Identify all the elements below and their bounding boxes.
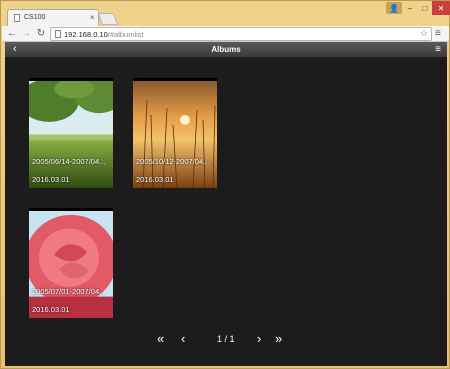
album-card[interactable]: 2005/06/14-2007/04... 2016.03.01 <box>29 78 113 188</box>
album-thumbnail-field-tree <box>29 81 113 188</box>
hamburger-menu-icon[interactable]: ≡ <box>435 42 441 57</box>
browser-toolbar: ← → ↻ 192.168.0.10/#albumlist ☆ ≡ <box>2 26 449 42</box>
browser-tab[interactable]: CS100 × <box>7 9 99 26</box>
album-card[interactable]: 2005/07/01-2007/04... 2016.03.01 <box>29 208 113 318</box>
page-favicon-icon <box>14 14 20 22</box>
first-page-icon[interactable]: « <box>157 332 164 346</box>
new-tab-button[interactable] <box>97 13 119 25</box>
page-icon <box>55 30 61 38</box>
tab-close-icon[interactable]: × <box>90 13 95 22</box>
app-viewport: Albums ‹ ≡ 2005/06/14-2007/04... 2016.03… <box>5 42 447 366</box>
url-text: 192.168.0.10/#albumlist <box>64 30 144 39</box>
tab-title: CS100 <box>24 14 46 21</box>
user-profile-icon[interactable]: 👤 <box>386 2 402 14</box>
back-arrow-icon[interactable]: ← <box>6 28 18 40</box>
album-created-date: 2016.03.01 <box>136 175 174 184</box>
forward-arrow-icon[interactable]: → <box>20 28 32 40</box>
close-window-button[interactable]: ✕ <box>432 1 450 15</box>
page-title: Albums <box>211 45 241 54</box>
album-thumbnail-pink-rose <box>29 211 113 318</box>
address-bar[interactable]: 192.168.0.10/#albumlist ☆ <box>50 27 432 41</box>
album-created-date: 2016.03.01 <box>32 305 70 314</box>
minimize-button[interactable]: – <box>402 1 418 15</box>
next-page-icon[interactable]: › <box>257 332 261 346</box>
album-thumbnail-sunset-grass <box>133 81 217 188</box>
page-indicator: 1 / 1 <box>217 334 235 344</box>
album-date-range: 2005/07/01-2007/04... <box>32 287 106 296</box>
album-created-date: 2016.03.01 <box>32 175 70 184</box>
browser-window: CS100 × 👤 – □ ✕ ← → ↻ 192.168.0.10/#albu… <box>0 0 450 369</box>
album-date-range: 2005/10/12-2007/04... <box>136 157 210 166</box>
last-page-icon[interactable]: » <box>275 332 282 346</box>
album-card[interactable]: 2005/10/12-2007/04... 2016.03.01 <box>133 78 217 188</box>
previous-page-icon[interactable]: ‹ <box>181 332 185 346</box>
back-chevron-icon[interactable]: ‹ <box>13 42 17 57</box>
browser-menu-icon[interactable]: ≡ <box>435 28 441 39</box>
maximize-button[interactable]: □ <box>418 1 432 15</box>
reload-icon[interactable]: ↻ <box>35 28 47 40</box>
app-header: Albums ‹ ≡ <box>5 42 447 57</box>
bookmark-star-icon[interactable]: ☆ <box>420 28 428 39</box>
album-date-range: 2005/06/14-2007/04... <box>32 157 106 166</box>
